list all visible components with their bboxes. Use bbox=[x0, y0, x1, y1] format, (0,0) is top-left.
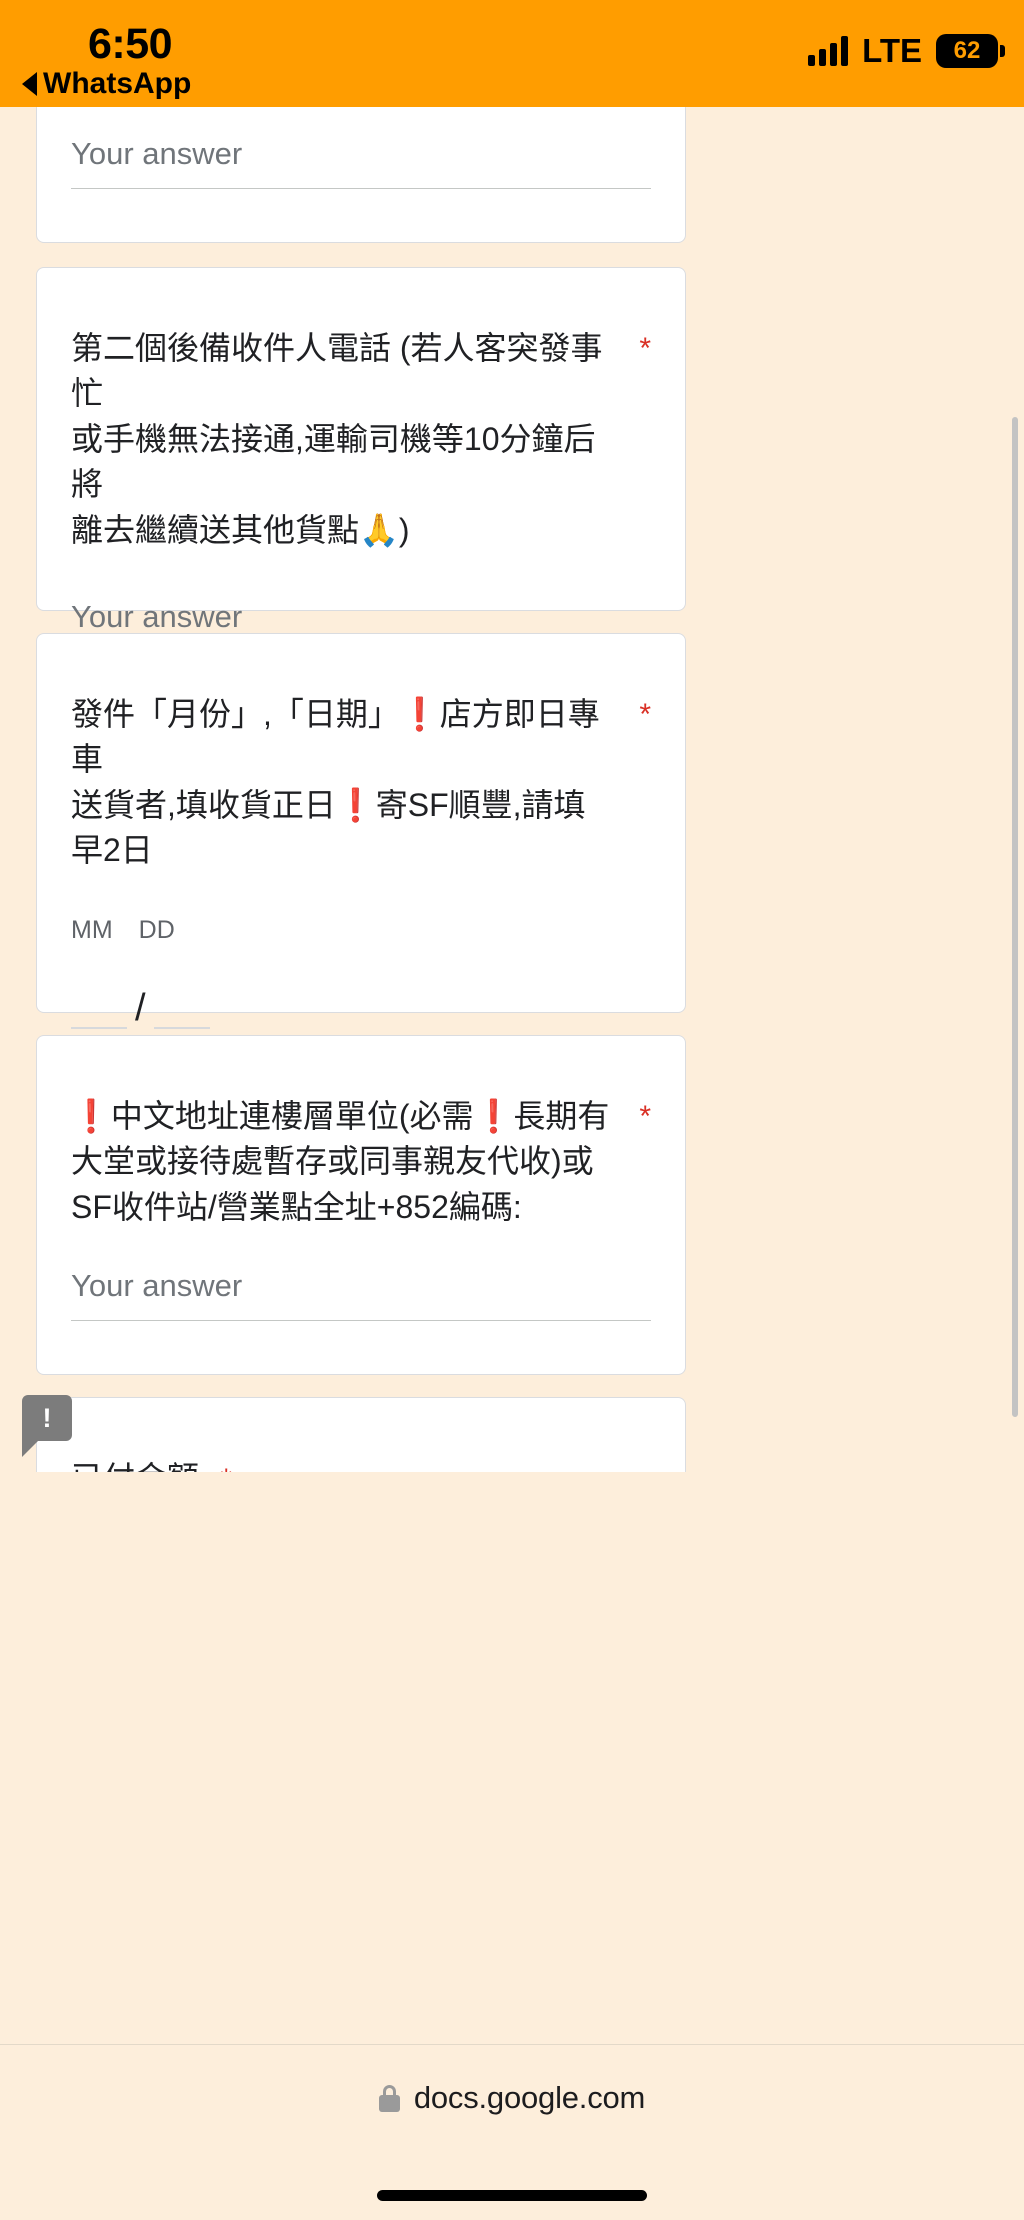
answer-underline bbox=[71, 1320, 651, 1322]
question-line: 第二個後備收件人電話 (若人客突發事忙 bbox=[71, 330, 603, 412]
comment-alert-glyph: ! bbox=[42, 1402, 52, 1433]
back-caret-icon bbox=[22, 72, 37, 96]
date-separator: / bbox=[135, 986, 146, 1029]
status-bar: 6:50 WhatsApp LTE 62 bbox=[0, 0, 1024, 107]
date-month-label: MM bbox=[71, 915, 113, 944]
cellular-signal-icon bbox=[808, 36, 849, 66]
battery-icon: 62 bbox=[936, 34, 1005, 68]
form-card-amount-paid: 已付金額: * bbox=[36, 1397, 686, 1472]
question-body: 發件「月份」,「日期」❗店方即日專車 送貨者,填收貨正日❗寄SF順豐,請填 早2… bbox=[71, 692, 623, 874]
question-line: 或手機無法接通,運輸司機等10分鐘后將 bbox=[71, 420, 596, 503]
question-line: 早2日 bbox=[71, 832, 153, 869]
required-asterisk: * bbox=[639, 1100, 651, 1133]
question-line: 已付金額: bbox=[71, 1460, 208, 1472]
bottom-bar-divider bbox=[0, 2044, 1024, 2045]
question-line: 送貨者,填收貨正日❗寄SF順豐,請填 bbox=[71, 786, 586, 823]
date-day-input[interactable] bbox=[153, 979, 210, 1029]
required-asterisk: * bbox=[639, 332, 651, 365]
form-scroll-area[interactable]: Your answer 第二個後備收件人電話 (若人客突發事忙 或手機無法接通,… bbox=[0, 107, 1024, 1472]
url-display-row[interactable]: docs.google.com bbox=[0, 2080, 1024, 2116]
answer-field-top[interactable]: Your answer bbox=[71, 136, 651, 189]
question-body: 已付金額: * bbox=[71, 1456, 651, 1472]
date-day-label: DD bbox=[138, 915, 175, 944]
required-asterisk: * bbox=[639, 698, 651, 731]
answer-placeholder: Your answer bbox=[71, 136, 243, 171]
form-card-chinese-address: ❗中文地址連樓層單位(必需❗長期有 大堂或接待處暫存或同事親友代收)或 SF收件… bbox=[36, 1035, 686, 1375]
question-line: SF收件站/營業點全址+852編碼: bbox=[71, 1188, 522, 1225]
answer-placeholder: Your answer bbox=[71, 1268, 243, 1304]
phone-screen: 6:50 WhatsApp LTE 62 Your answer 第二個後備收件… bbox=[0, 0, 1024, 2220]
question-body: ❗中文地址連樓層單位(必需❗長期有 大堂或接待處暫存或同事親友代收)或 SF收件… bbox=[71, 1094, 623, 1230]
battery-percent-label: 62 bbox=[953, 37, 981, 64]
back-to-app-button[interactable]: WhatsApp bbox=[22, 67, 191, 101]
question-body: 第二個後備收件人電話 (若人客突發事忙 或手機無法接通,運輸司機等10分鐘后將 … bbox=[71, 326, 623, 553]
form-card-backup-phone: 第二個後備收件人電話 (若人客突發事忙 或手機無法接通,運輸司機等10分鐘后將 … bbox=[36, 267, 686, 653]
answer-underline bbox=[71, 188, 651, 189]
comment-alert-icon[interactable]: ! bbox=[22, 1395, 72, 1457]
status-bar-indicators: LTE 62 bbox=[808, 32, 1005, 70]
url-label: docs.google.com bbox=[413, 2080, 646, 2115]
question-row: 第二個後備收件人電話 (若人客突發事忙 或手機無法接通,運輸司機等10分鐘后將 … bbox=[71, 326, 651, 553]
vertical-scrollbar-thumb[interactable] bbox=[1012, 417, 1018, 1417]
question-line: ❗中文地址連樓層單位(必需❗長期有 bbox=[71, 1098, 610, 1134]
question-line: 大堂或接待處暫存或同事親友代收)或 bbox=[71, 1143, 594, 1180]
question-line: 發件「月份」,「日期」❗店方即日專車 bbox=[71, 696, 600, 778]
date-input-group[interactable]: / bbox=[71, 979, 651, 1029]
home-indicator[interactable] bbox=[377, 2190, 647, 2201]
network-type-label: LTE bbox=[862, 32, 922, 69]
answer-field-chinese-address[interactable]: Your answer bbox=[71, 1268, 651, 1322]
lock-icon bbox=[378, 2084, 400, 2112]
date-field-labels: MM DD bbox=[71, 916, 651, 945]
question-row: 發件「月份」,「日期」❗店方即日專車 送貨者,填收貨正日❗寄SF順豐,請填 早2… bbox=[71, 692, 651, 874]
question-line: 離去繼續送其他貨點🙏) bbox=[71, 511, 410, 548]
question-row: ❗中文地址連樓層單位(必需❗長期有 大堂或接待處暫存或同事親友代收)或 SF收件… bbox=[71, 1094, 651, 1230]
browser-bottom-bar: docs.google.com bbox=[0, 2044, 1024, 2220]
required-asterisk: * bbox=[220, 1461, 232, 1472]
status-bar-clock: 6:50 bbox=[88, 20, 173, 68]
form-card-answer-top: Your answer bbox=[36, 107, 686, 243]
back-to-app-label: WhatsApp bbox=[43, 67, 192, 100]
form-card-ship-date: 發件「月份」,「日期」❗店方即日專車 送貨者,填收貨正日❗寄SF順豐,請填 早2… bbox=[36, 633, 686, 1029]
question-row: 已付金額: * bbox=[71, 1456, 651, 1472]
date-month-input[interactable] bbox=[71, 979, 127, 1029]
